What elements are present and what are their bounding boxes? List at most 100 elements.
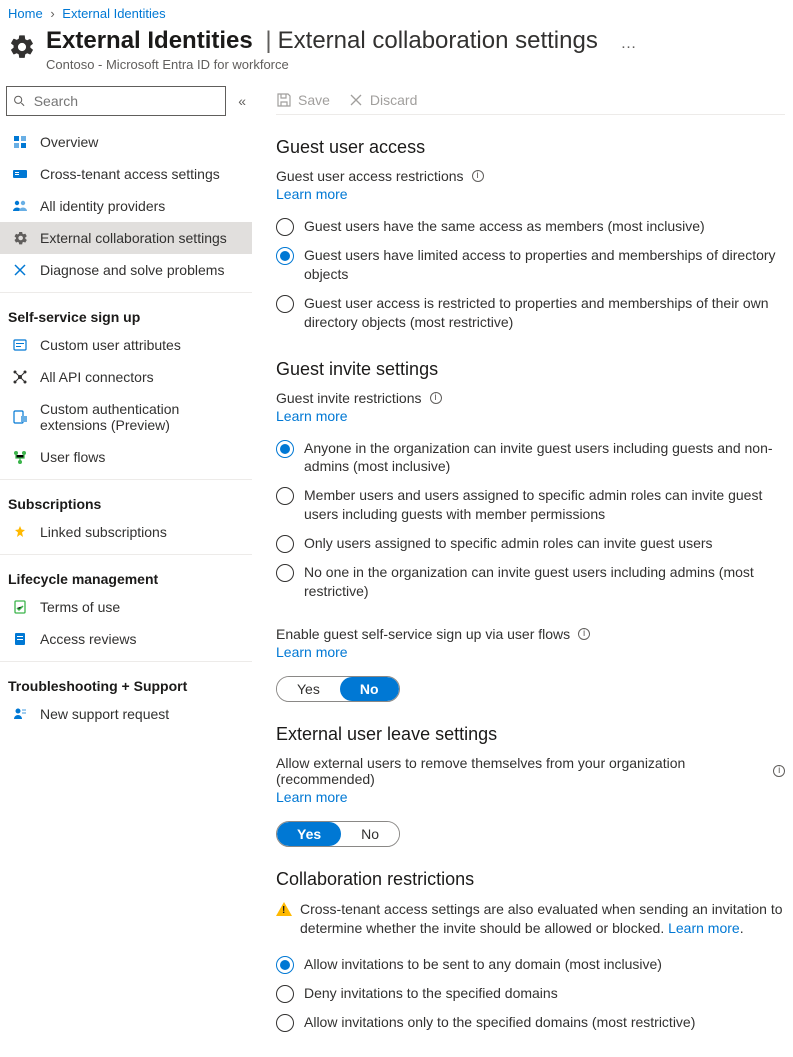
sidebar-item-cross-tenant-access-settings[interactable]: Cross-tenant access settings — [0, 158, 252, 190]
search-icon — [13, 94, 26, 108]
sidebar-item-label: All identity providers — [40, 198, 165, 214]
radio-button[interactable] — [276, 440, 294, 458]
sidebar-item-label: User flows — [40, 449, 105, 465]
info-icon[interactable]: i — [578, 628, 590, 640]
sidebar-item-label: Custom user attributes — [40, 337, 181, 353]
sidebar-item-linked-subscriptions[interactable]: Linked subscriptions — [0, 516, 252, 548]
guest-access-option-0[interactable]: Guest users have the same access as memb… — [276, 212, 785, 241]
sidebar-item-custom-user-attributes[interactable]: Custom user attributes — [0, 329, 252, 361]
radio-button[interactable] — [276, 295, 294, 313]
breadcrumb-separator: › — [50, 6, 54, 21]
page-subtitle: Contoso - Microsoft Entra ID for workfor… — [46, 57, 785, 72]
radio-label: No one in the organization can invite gu… — [304, 563, 785, 601]
sidebar-item-overview[interactable]: Overview — [0, 126, 252, 158]
sidebar-item-label: External collaboration settings — [40, 230, 227, 246]
guest-invite-option-2[interactable]: Only users assigned to specific admin ro… — [276, 529, 785, 558]
sidebar-item-label: All API connectors — [40, 369, 154, 385]
more-actions[interactable]: … — [621, 35, 637, 52]
radio-button[interactable] — [276, 218, 294, 236]
radio-button[interactable] — [276, 985, 294, 1003]
toggle-no[interactable]: No — [340, 677, 399, 701]
overview-icon — [12, 134, 28, 150]
sidebar-item-label: Access reviews — [40, 631, 136, 647]
guest-invite-option-1[interactable]: Member users and users assigned to speci… — [276, 481, 785, 529]
sidebar-item-label: Cross-tenant access settings — [40, 166, 220, 182]
radio-label: Guest users have limited access to prope… — [304, 246, 785, 284]
guest-access-label: Guest user access restrictions i — [276, 168, 785, 184]
sidebar-section-self-service-sign-up: Self-service sign up — [0, 299, 252, 329]
user-flows-icon — [12, 449, 28, 465]
search-input[interactable] — [32, 92, 220, 110]
guest-invite-option-0[interactable]: Anyone in the organization can invite gu… — [276, 434, 785, 482]
toggle-yes[interactable]: Yes — [277, 822, 341, 846]
discard-icon — [348, 92, 364, 108]
collab-warning: Cross-tenant access settings are also ev… — [276, 900, 785, 938]
collab-option-2[interactable]: Allow invitations only to the specified … — [276, 1008, 785, 1037]
sidebar-item-all-api-connectors[interactable]: All API connectors — [0, 361, 252, 393]
sidebar-item-external-collaboration-settings[interactable]: External collaboration settings — [0, 222, 252, 254]
info-icon[interactable]: i — [430, 392, 442, 404]
radio-label: Member users and users assigned to speci… — [304, 486, 785, 524]
guest-access-option-2[interactable]: Guest user access is restricted to prope… — [276, 289, 785, 337]
sidebar-section-troubleshooting-support: Troubleshooting + Support — [0, 668, 252, 698]
section-collab-title: Collaboration restrictions — [276, 869, 785, 890]
collab-option-1[interactable]: Deny invitations to the specified domain… — [276, 979, 785, 1008]
radio-label: Anyone in the organization can invite gu… — [304, 439, 785, 477]
toggle-yes[interactable]: Yes — [277, 677, 340, 701]
radio-button[interactable] — [276, 487, 294, 505]
sidebar-item-custom-authentication-extensions-preview-[interactable]: Custom authentication extensions (Previe… — [0, 393, 252, 441]
guest-invite-learn-more[interactable]: Learn more — [276, 408, 348, 424]
sidebar-item-terms-of-use[interactable]: Terms of use — [0, 591, 252, 623]
save-icon — [276, 92, 292, 108]
access-reviews-icon — [12, 631, 28, 647]
linked-sub-icon — [12, 524, 28, 540]
warning-icon — [276, 902, 292, 916]
sidebar-item-all-identity-providers[interactable]: All identity providers — [0, 190, 252, 222]
gear-icon — [12, 230, 28, 246]
radio-button[interactable] — [276, 564, 294, 582]
sidebar-item-label: New support request — [40, 706, 169, 722]
radio-button[interactable] — [276, 1014, 294, 1032]
leave-toggle[interactable]: Yes No — [276, 821, 400, 847]
guest-invite-label: Guest invite restrictions i — [276, 390, 785, 406]
toggle-no[interactable]: No — [341, 822, 399, 846]
support-icon — [12, 706, 28, 722]
self-service-learn-more[interactable]: Learn more — [276, 644, 348, 660]
radio-label: Guest user access is restricted to prope… — [304, 294, 785, 332]
sidebar-item-label: Linked subscriptions — [40, 524, 167, 540]
info-icon[interactable]: i — [472, 170, 484, 182]
page-title: External Identities |External collaborat… — [46, 27, 605, 54]
sidebar-item-label: Diagnose and solve problems — [40, 262, 224, 278]
collab-warning-learn-more[interactable]: Learn more — [668, 920, 740, 936]
breadcrumb-home[interactable]: Home — [8, 6, 43, 21]
section-leave-title: External user leave settings — [276, 724, 785, 745]
sidebar-item-user-flows[interactable]: User flows — [0, 441, 252, 473]
guest-access-option-1[interactable]: Guest users have limited access to prope… — [276, 241, 785, 289]
discard-button[interactable]: Discard — [348, 92, 417, 108]
guest-access-learn-more[interactable]: Learn more — [276, 186, 348, 202]
guest-invite-option-3[interactable]: No one in the organization can invite gu… — [276, 558, 785, 606]
breadcrumb-external-identities[interactable]: External Identities — [62, 6, 165, 21]
sidebar-item-new-support-request[interactable]: New support request — [0, 698, 252, 730]
save-button[interactable]: Save — [276, 92, 330, 108]
sidebar-item-label: Terms of use — [40, 599, 120, 615]
info-icon[interactable]: i — [773, 765, 785, 777]
radio-button[interactable] — [276, 247, 294, 265]
self-service-label: Enable guest self-service sign up via us… — [276, 626, 785, 642]
collapse-sidebar-icon[interactable]: « — [238, 93, 246, 109]
sidebar-item-diagnose-and-solve-problems[interactable]: Diagnose and solve problems — [0, 254, 252, 286]
leave-learn-more[interactable]: Learn more — [276, 789, 348, 805]
radio-button[interactable] — [276, 535, 294, 553]
sidebar-section-lifecycle-management: Lifecycle management — [0, 561, 252, 591]
self-service-toggle[interactable]: Yes No — [276, 676, 400, 702]
radio-button[interactable] — [276, 956, 294, 974]
cross-tenant-icon — [12, 166, 28, 182]
collab-option-0[interactable]: Allow invitations to be sent to any doma… — [276, 950, 785, 979]
sidebar-item-access-reviews[interactable]: Access reviews — [0, 623, 252, 655]
terms-icon — [12, 599, 28, 615]
radio-label: Deny invitations to the specified domain… — [304, 984, 558, 1003]
identity-providers-icon — [12, 198, 28, 214]
sidebar-item-label: Custom authentication extensions (Previe… — [40, 401, 244, 433]
radio-label: Allow invitations to be sent to any doma… — [304, 955, 662, 974]
api-icon — [12, 369, 28, 385]
